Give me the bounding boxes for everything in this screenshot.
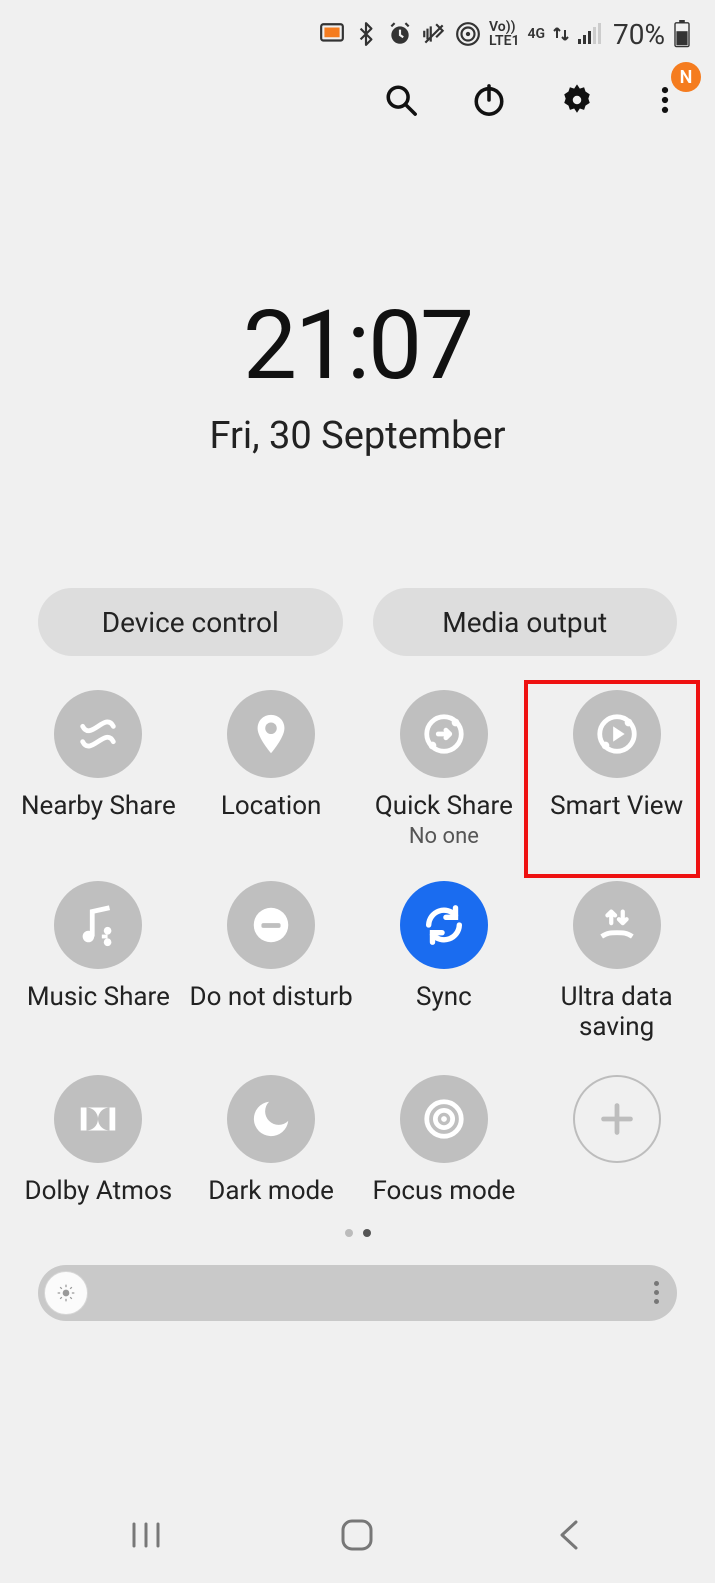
page-dot-active xyxy=(363,1229,371,1237)
recents-button[interactable] xyxy=(116,1515,176,1555)
pill-row: Device control Media output xyxy=(0,588,715,656)
tile-nearby-share[interactable]: Nearby Share xyxy=(12,686,185,853)
quick-share-icon xyxy=(400,690,488,778)
tile-label: Nearby Share xyxy=(21,792,176,822)
search-button[interactable] xyxy=(381,80,421,120)
sync-icon xyxy=(400,881,488,969)
more-button[interactable]: N xyxy=(645,80,685,120)
tile-quick-share[interactable]: Quick Share No one xyxy=(358,686,531,853)
tile-label: Smart View xyxy=(550,792,683,822)
tile-ultra-data-saving[interactable]: Ultra data saving xyxy=(530,877,703,1047)
settings-button[interactable] xyxy=(557,80,597,120)
tile-label: Location xyxy=(221,792,322,822)
page-indicator[interactable] xyxy=(0,1229,715,1237)
plus-icon xyxy=(573,1075,661,1163)
tile-label: Dolby Atmos xyxy=(25,1177,173,1207)
tile-label: Do not disturb xyxy=(190,983,353,1013)
music-share-icon xyxy=(54,881,142,969)
panel-action-bar: N xyxy=(0,60,715,140)
brightness-thumb[interactable] xyxy=(44,1271,88,1315)
tile-do-not-disturb[interactable]: Do not disturb xyxy=(185,877,358,1047)
dnd-icon xyxy=(227,881,315,969)
tile-add[interactable] xyxy=(530,1071,703,1211)
tile-label: Ultra data saving xyxy=(530,983,703,1043)
focus-mode-icon xyxy=(400,1075,488,1163)
data-arrows-icon xyxy=(553,24,569,44)
clock-time: 21:07 xyxy=(0,290,715,402)
page-dot xyxy=(345,1229,353,1237)
dark-mode-icon xyxy=(227,1075,315,1163)
bluetooth-icon xyxy=(353,21,379,47)
vibrate-icon xyxy=(421,21,447,47)
tile-sync[interactable]: Sync xyxy=(358,877,531,1047)
hotspot-icon xyxy=(455,21,481,47)
signal-icon xyxy=(577,23,601,45)
device-control-button[interactable]: Device control xyxy=(38,588,343,656)
volte-icon: Vo)) LTE1 xyxy=(489,20,519,48)
cast-active-icon xyxy=(319,21,345,47)
clock-area: 21:07 Fri, 30 September xyxy=(0,140,715,458)
power-button[interactable] xyxy=(469,80,509,120)
brightness-more-button[interactable] xyxy=(654,1281,659,1304)
tile-label: Dark mode xyxy=(208,1177,334,1207)
data-saving-icon xyxy=(573,881,661,969)
tile-location[interactable]: Location xyxy=(185,686,358,853)
quick-settings-grid: Nearby Share Location Quick Share No one… xyxy=(0,686,715,1211)
tile-label: Music Share xyxy=(27,983,170,1013)
tile-dark-mode[interactable]: Dark mode xyxy=(185,1071,358,1211)
notification-badge: N xyxy=(671,62,701,92)
smart-view-icon xyxy=(573,690,661,778)
status-bar: Vo)) LTE1 4G 70% xyxy=(0,0,715,60)
tile-label: Sync xyxy=(416,983,472,1013)
battery-percent: 70% xyxy=(613,18,665,51)
nearby-share-icon xyxy=(54,690,142,778)
media-output-button[interactable]: Media output xyxy=(373,588,678,656)
back-button[interactable] xyxy=(539,1515,599,1555)
tile-focus-mode[interactable]: Focus mode xyxy=(358,1071,531,1211)
tile-label: Quick Share xyxy=(375,792,513,822)
battery-icon xyxy=(673,20,691,48)
home-button[interactable] xyxy=(327,1515,387,1555)
alarm-icon xyxy=(387,21,413,47)
network-type: 4G xyxy=(527,27,545,41)
tile-label: Focus mode xyxy=(372,1177,515,1207)
clock-date: Fri, 30 September xyxy=(0,414,715,458)
brightness-slider[interactable] xyxy=(38,1265,677,1321)
tile-smart-view[interactable]: Smart View xyxy=(530,686,703,853)
tile-dolby-atmos[interactable]: Dolby Atmos xyxy=(12,1071,185,1211)
tile-sublabel: No one xyxy=(409,824,479,849)
system-nav-bar xyxy=(0,1515,715,1555)
dolby-icon xyxy=(54,1075,142,1163)
tile-music-share[interactable]: Music Share xyxy=(12,877,185,1047)
location-icon xyxy=(227,690,315,778)
